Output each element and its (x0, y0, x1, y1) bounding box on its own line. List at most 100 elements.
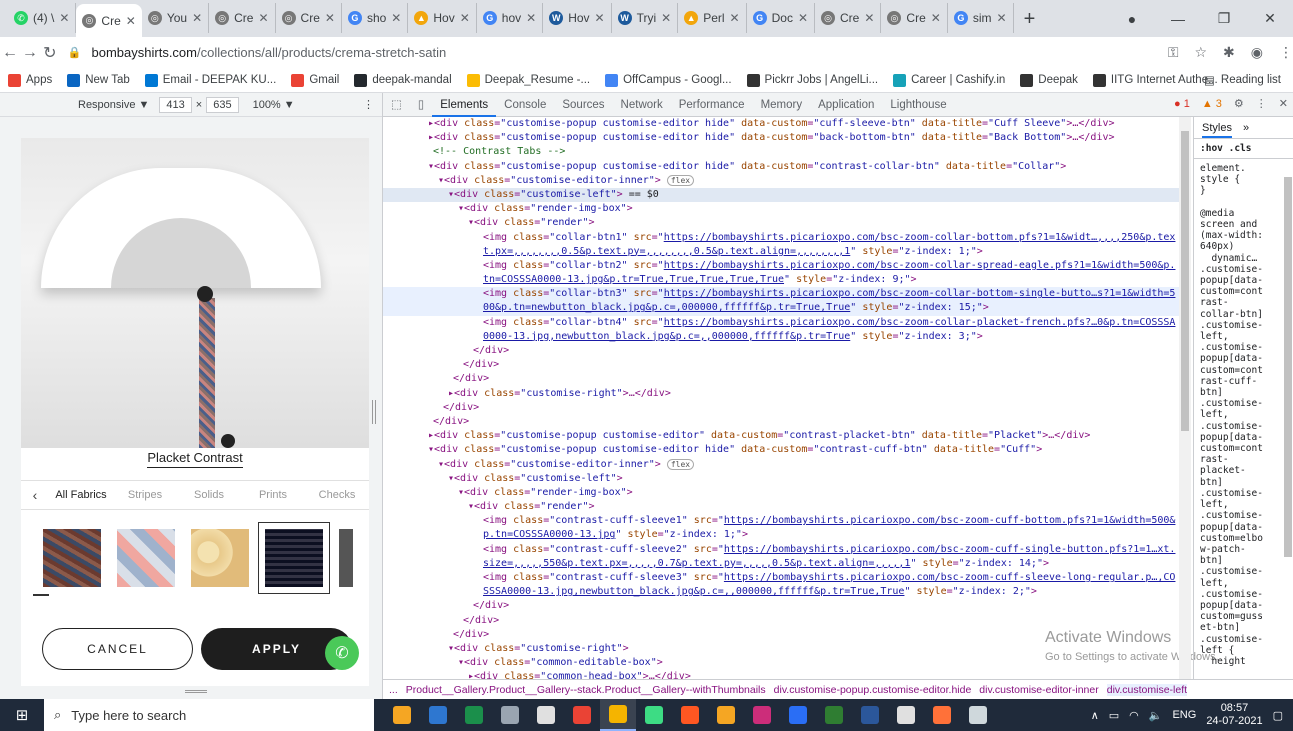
fabric-swatch-selected[interactable] (258, 522, 330, 594)
profile-avatar-icon[interactable]: ◉ (1251, 44, 1263, 61)
taskbar-app-icon[interactable] (960, 699, 996, 731)
devtools-tab-console[interactable]: Console (496, 93, 554, 117)
whatsapp-icon[interactable]: ✆ (325, 636, 359, 670)
dom-node-line[interactable]: size=,,,,,550&p.text.px=,,,,,0.7&p.text.… (383, 557, 1183, 571)
browser-tab[interactable]: W Tryi ✕ (612, 3, 679, 33)
tab-close-icon[interactable]: ✕ (864, 11, 874, 25)
dom-node-line[interactable]: ▾<div class="customise-left"> (383, 472, 1183, 486)
device-toggle-icon[interactable]: ▯ (410, 93, 432, 117)
devtools-menu-icon[interactable]: ⋮ (1256, 97, 1267, 110)
elements-scrollbar[interactable] (1179, 117, 1191, 679)
taskbar-app-icon[interactable] (816, 699, 852, 731)
filter-prints[interactable]: Prints (241, 489, 305, 501)
dom-node-line[interactable]: </div> (383, 599, 1183, 613)
dom-node-line[interactable]: ▾<div class="render"> (383, 500, 1183, 514)
minimize-button[interactable]: — (1155, 11, 1201, 27)
breadcrumb-item[interactable]: div.customise-popup.customise-editor.hid… (774, 684, 972, 696)
filter-solids[interactable]: Solids (177, 489, 241, 501)
tab-close-icon[interactable]: ✕ (391, 11, 401, 25)
profile-icon[interactable]: ● (1109, 11, 1155, 27)
bookmark-item[interactable]: Apps (8, 73, 52, 87)
taskbar-app-icon[interactable] (636, 699, 672, 731)
star-icon[interactable]: ☆ (1194, 44, 1207, 61)
taskbar-app-icon[interactable] (384, 699, 420, 731)
tab-close-icon[interactable]: ✕ (192, 11, 202, 25)
taskbar-app-icon[interactable] (564, 699, 600, 731)
taskbar-search[interactable]: ⌕ Type here to search (44, 699, 374, 731)
dom-node-line[interactable]: <img class="collar-btn2" src="https://bo… (383, 259, 1183, 273)
inspect-icon[interactable]: ⬚ (383, 93, 410, 117)
dom-node-line[interactable]: <!-- Contrast Tabs --> (383, 145, 1183, 159)
dom-node-line[interactable]: <img class="contrast-cuff-sleeve3" src="… (383, 571, 1183, 585)
browser-tab[interactable]: ◎ Cre ✕ (881, 3, 948, 33)
dom-node-line[interactable]: ▸<div class="customise-popup customise-e… (383, 429, 1183, 443)
dom-node-line[interactable]: ▾<div class="render-img-box"> (383, 202, 1183, 216)
windows-start-icon[interactable]: ⊞ (0, 706, 44, 724)
dom-node-line[interactable]: </div> (383, 372, 1183, 386)
dom-node-line[interactable]: ▸<div class="customise-popup customise-e… (383, 131, 1183, 145)
back-icon[interactable]: ← (0, 44, 20, 62)
url-field[interactable]: 🔒 bombayshirts.com /collections/all/prod… (68, 40, 1158, 66)
bookmark-item[interactable]: Pickrr Jobs | AngelLi... (746, 73, 878, 87)
dom-node-line[interactable]: <img class="contrast-cuff-sleeve1" src="… (383, 514, 1183, 528)
dom-node-line[interactable]: ▾<div class="render-img-box"> (383, 486, 1183, 500)
tray-chevron-icon[interactable]: ∧ (1091, 709, 1099, 722)
tab-close-icon[interactable]: ✕ (59, 11, 69, 25)
clock[interactable]: 08:57 24-07-2021 (1206, 702, 1262, 728)
dom-node-line[interactable]: SSSA0000-13.jpg,newbutton_black.jpg&p.c=… (383, 585, 1183, 599)
dom-node-line[interactable]: </div> (383, 401, 1183, 415)
new-tab-button[interactable]: + (1014, 8, 1046, 31)
extension-icon[interactable]: ✱ (1223, 44, 1235, 61)
bookmark-item[interactable]: Email - DEEPAK KU... (144, 73, 276, 87)
forward-icon[interactable]: → (20, 44, 40, 62)
dom-node-line[interactable]: ▸<div class="customise-popup customise-e… (383, 117, 1183, 131)
devtools-tab-application[interactable]: Application (810, 93, 882, 117)
fabric-swatch[interactable] (117, 529, 175, 587)
tab-close-icon[interactable]: ✕ (126, 14, 136, 28)
dom-node-line[interactable]: </div> (383, 415, 1183, 429)
dom-node-line[interactable]: ▾<div class="customise-left"> == $0 (383, 187, 1183, 203)
taskbar-app-icon[interactable] (528, 699, 564, 731)
dom-node-line[interactable]: ▾<div class="render"> (383, 216, 1183, 230)
reload-icon[interactable]: ↻ (40, 43, 60, 63)
elements-tree[interactable]: ▸<div class="customise-popup customise-e… (383, 117, 1183, 679)
tab-close-icon[interactable]: ✕ (526, 11, 536, 25)
dom-node-line[interactable]: 0000-13.jpg,newbutton_black.jpg&p.c=,,00… (383, 330, 1183, 344)
browser-tab[interactable]: ◎ Cre ✕ (209, 3, 276, 33)
dom-node-line[interactable]: </div> (383, 344, 1183, 358)
fabric-swatch-partial[interactable] (339, 529, 353, 587)
tab-close-icon[interactable]: ✕ (460, 11, 470, 25)
styles-tab[interactable]: Styles » (1194, 117, 1293, 139)
reading-list[interactable]: ▤ Reading list (1204, 73, 1281, 87)
viewport-resize-handle[interactable] (372, 400, 376, 424)
cancel-button[interactable]: CANCEL (42, 628, 193, 670)
taskbar-app-icon[interactable] (600, 699, 636, 731)
tab-close-icon[interactable]: ✕ (798, 11, 808, 25)
error-count[interactable]: ● 1 (1174, 98, 1190, 110)
tab-close-icon[interactable]: ✕ (931, 11, 941, 25)
menu-icon[interactable]: ⋮ (1279, 44, 1293, 61)
dom-node-line[interactable]: p.tn=COSSSA0000-13.jpg" style="z-index: … (383, 528, 1183, 542)
devtools-tab-performance[interactable]: Performance (671, 93, 753, 117)
bookmark-item[interactable]: deepak-mandal (354, 73, 452, 87)
dom-node-line[interactable]: <img class="collar-btn4" src="https://bo… (383, 316, 1183, 330)
elements-scroll-thumb[interactable] (1181, 131, 1189, 431)
devtools-tab-memory[interactable]: Memory (753, 93, 811, 117)
styles-more-tabs[interactable]: » (1243, 122, 1249, 136)
devtools-tab-lighthouse[interactable]: Lighthouse (882, 93, 954, 117)
dom-node-line[interactable]: ▾<div class="customise-editor-inner"> fl… (383, 174, 1183, 188)
dom-node-line[interactable]: ▸<div class="customise-right">…</div> (383, 387, 1183, 401)
bookmark-item[interactable]: Deepak_Resume -... (466, 73, 590, 87)
tab-close-icon[interactable]: ✕ (325, 11, 335, 25)
dom-node-line[interactable]: ▾<div class="customise-popup customise-e… (383, 443, 1183, 457)
breadcrumb-item[interactable]: div.customise-left (1106, 683, 1188, 696)
device-width-input[interactable]: 413 (159, 96, 192, 113)
browser-tab[interactable]: ◎ You ✕ (142, 3, 210, 33)
taskbar-app-icon[interactable] (456, 699, 492, 731)
filter-checks[interactable]: Checks (305, 489, 369, 501)
browser-tab[interactable]: ◎ Cre ✕ (815, 3, 882, 33)
browser-tab[interactable]: ✆ (4) \ ✕ (8, 3, 77, 33)
dom-node-line[interactable]: 00&p.tn=newbutton_black.jpg&p.c=,000000,… (383, 301, 1183, 316)
bookmark-item[interactable]: Gmail (291, 73, 339, 87)
dom-node-line[interactable]: <img class="collar-btn1" src="https://bo… (383, 231, 1183, 245)
